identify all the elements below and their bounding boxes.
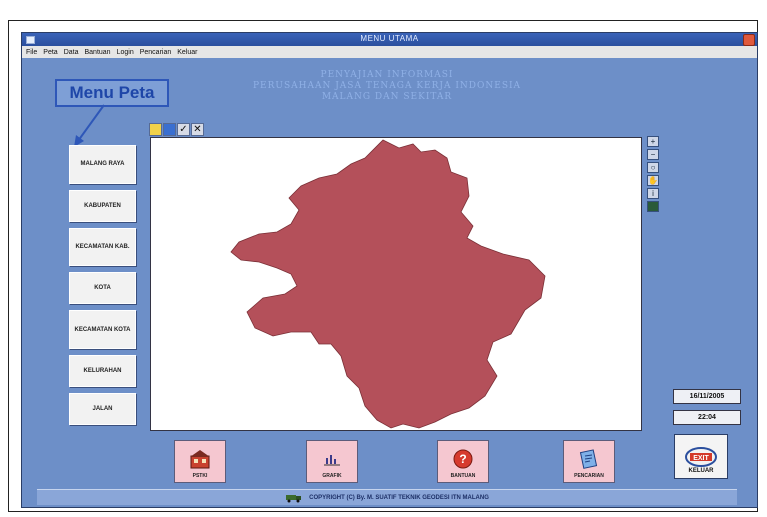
close-icon[interactable]: ✕ <box>191 123 204 136</box>
bantuan-button[interactable]: ? BANTUAN <box>437 440 489 483</box>
pstki-label: PSTKI <box>192 473 208 479</box>
map-panel[interactable] <box>150 137 642 431</box>
exit-button[interactable]: EXIT KELUAR <box>674 434 728 479</box>
pstki-button[interactable]: PSTKI <box>174 440 226 483</box>
search-icon[interactable]: ○ <box>647 162 659 173</box>
close-window-button[interactable] <box>743 34 755 46</box>
header-line-2: PERUSAHAAN JASA TENAGA KERJA INDONESIA <box>252 81 522 91</box>
main-window: MENU UTAMA File Peta Data Bantuan Login … <box>21 32 758 508</box>
exit-label: KELUAR <box>688 468 714 474</box>
copyright-text: COPYRIGHT (C) By. M. SUATIF TEKNIK GEODE… <box>309 494 489 501</box>
svg-text:?: ? <box>459 452 466 466</box>
zoom-in-icon[interactable]: + <box>647 136 659 147</box>
jalan-button[interactable]: JALAN <box>69 393 136 425</box>
app-header: PENYAJIAN INFORMASI PERUSAHAAN JASA TENA… <box>222 70 552 103</box>
map-toolbar: ✓ ✕ <box>149 123 204 136</box>
footer-bar: COPYRIGHT (C) By. M. SUATIF TEKNIK GEODE… <box>37 489 737 505</box>
exit-badge: EXIT <box>693 455 709 462</box>
help-icon: ? <box>453 449 473 469</box>
menu-bar: File Peta Data Bantuan Login Pencarian K… <box>22 46 757 58</box>
header-line-1: PENYAJIAN INFORMASI <box>320 70 454 80</box>
menu-keluar[interactable]: Keluar <box>177 49 197 56</box>
grafik-button[interactable]: GRAFIK <box>306 440 358 483</box>
malang-raya-button[interactable]: MALANG RAYA <box>69 145 136 184</box>
title-bar: MENU UTAMA <box>22 33 757 46</box>
zoom-out-icon[interactable]: − <box>647 149 659 160</box>
folder-icon[interactable] <box>149 123 162 136</box>
kabupaten-button[interactable]: KABUPATEN <box>69 189 136 222</box>
kelurahan-button[interactable]: KELURAHAN <box>69 355 136 388</box>
check-icon[interactable]: ✓ <box>177 123 190 136</box>
pencarian-label: PENCARIAN <box>574 473 604 479</box>
info-icon[interactable]: i <box>647 188 659 199</box>
menu-pencarian[interactable]: Pencarian <box>140 49 172 56</box>
map-region-malang[interactable] <box>230 139 546 429</box>
chart-icon <box>324 455 340 466</box>
menu-file[interactable]: File <box>26 49 37 56</box>
pencarian-button[interactable]: PENCARIAN <box>563 440 615 483</box>
menu-login[interactable]: Login <box>117 49 134 56</box>
grafik-label: GRAFIK <box>322 473 342 479</box>
save-icon[interactable] <box>163 123 176 136</box>
menu-bantuan[interactable]: Bantuan <box>84 49 110 56</box>
truck-icon <box>286 494 302 502</box>
map-menu: MALANG RAYA KABUPATEN KECAMATAN KAB. KOT… <box>69 145 136 425</box>
window-title: MENU UTAMA <box>360 34 419 43</box>
kota-button[interactable]: KOTA <box>69 272 136 305</box>
menu-peta[interactable]: Peta <box>43 49 57 56</box>
menu-data[interactable]: Data <box>64 49 79 56</box>
header-line-3: MALANG DAN SEKITAR <box>321 92 453 102</box>
kecamatan-kota-button[interactable]: KECAMATAN KOTA <box>69 310 136 350</box>
date-display: 16/11/2005 <box>673 389 741 404</box>
layer-icon[interactable] <box>647 201 659 212</box>
kecamatan-kab-button[interactable]: KECAMATAN KAB. <box>69 227 136 267</box>
building-icon <box>190 450 210 469</box>
bantuan-label: BANTUAN <box>450 473 476 479</box>
exit-icon: EXIT <box>685 447 717 467</box>
search-document-icon <box>579 449 598 469</box>
pan-hand-icon[interactable]: ✋ <box>647 175 659 186</box>
time-display: 22:04 <box>673 410 741 425</box>
map-side-toolbar: + − ○ ✋ i <box>647 136 659 212</box>
map-canvas[interactable] <box>151 138 641 430</box>
annotation-arrow-icon <box>74 104 105 147</box>
